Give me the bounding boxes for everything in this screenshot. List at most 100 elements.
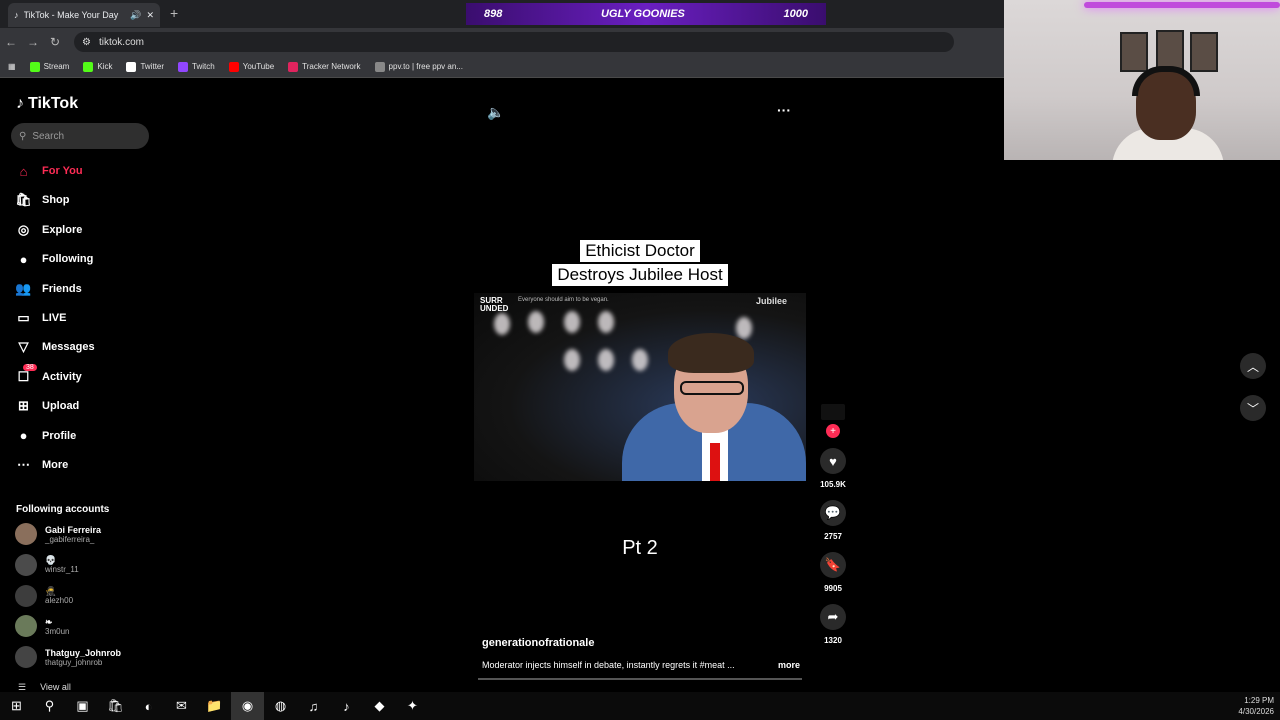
- search-icon: ⚲: [19, 130, 27, 142]
- sidebar-item-activity[interactable]: ☐ 38 Activity: [15, 364, 145, 388]
- studio-light: [528, 311, 544, 333]
- search-icon[interactable]: ⚲: [33, 692, 66, 720]
- messages-icon: ▽: [18, 339, 29, 355]
- video-clip[interactable]: SURR UNDED Everyone should aim to be veg…: [474, 293, 806, 481]
- search-input[interactable]: ⚲ Search: [11, 123, 149, 149]
- share-count: 1320: [824, 636, 842, 645]
- video-author[interactable]: generationofrationale: [482, 637, 594, 649]
- sidebar-item-upload[interactable]: ⊞ Upload: [15, 395, 145, 417]
- bookmark-favicon-icon: [178, 61, 189, 72]
- volume-icon[interactable]: 🔈: [487, 104, 504, 121]
- account-name: Thatguy_Johnrob: [45, 647, 121, 658]
- bookmark-item[interactable]: ppv.to | free ppv an...: [374, 61, 463, 72]
- edge-icon[interactable]: ◐: [132, 692, 165, 720]
- system-clock[interactable]: 1:29 PM 4/30/2026: [1238, 695, 1274, 717]
- wall-frame: [1120, 32, 1148, 72]
- clip-prompt-text: Everyone should aim to be vegan.: [518, 297, 609, 303]
- spotify-icon[interactable]: ♫: [297, 692, 330, 720]
- tiktok-logo[interactable]: ♪ TikTok: [16, 95, 78, 113]
- sidebar-item-explore[interactable]: ◎ Explore: [15, 219, 145, 241]
- reload-icon[interactable]: ↻: [44, 35, 66, 49]
- friends-icon: 👥: [15, 280, 32, 296]
- tab-close-icon[interactable]: ✕: [146, 10, 154, 21]
- browser-tab[interactable]: ♪ TikTok - Make Your Day 🔊 ✕: [8, 3, 160, 27]
- bookmark-item[interactable]: Stream: [29, 61, 69, 72]
- windows-start-icon[interactable]: ⊞: [0, 692, 33, 720]
- app-icon[interactable]: ◆: [363, 692, 396, 720]
- creator-avatar[interactable]: [821, 404, 845, 420]
- apps-grid-icon[interactable]: ▦: [8, 62, 16, 71]
- bookmark-item[interactable]: Twitter: [126, 61, 164, 72]
- bookmark-item[interactable]: Kick: [83, 61, 112, 72]
- tiktok-sidebar: ♪ TikTok ⚲ Search ⌂ For You 🛍 Shop ◎ Explore ●…: [0, 80, 160, 692]
- sidebar-item-for-you[interactable]: ⌂ For You: [15, 160, 145, 182]
- discord-icon[interactable]: ◍: [264, 692, 297, 720]
- following-account-item[interactable]: 🥷 alezh00: [15, 582, 155, 610]
- sidebar-item-following[interactable]: ● Following: [15, 248, 145, 270]
- following-account-item[interactable]: Thatguy_Johnrob thatguy_johnrob: [15, 643, 155, 671]
- clock-time: 1:29 PM: [1244, 696, 1274, 705]
- comment-count: 2757: [824, 532, 842, 541]
- webcam-feed: [1004, 0, 1280, 160]
- bookmark-item[interactable]: Twitch: [178, 61, 215, 72]
- url-text: tiktok.com: [98, 36, 144, 48]
- sidebar-item-messages[interactable]: ▽ Messages: [15, 336, 145, 358]
- task-view-icon[interactable]: ▣: [66, 692, 99, 720]
- follow-plus-icon[interactable]: +: [826, 424, 840, 438]
- address-bar[interactable]: ⚙ tiktok.com: [74, 32, 954, 52]
- caption-line-1: Ethicist Doctor: [580, 240, 700, 262]
- avatar: [15, 615, 37, 638]
- video-progress-bar[interactable]: [478, 678, 802, 680]
- description-text: Moderator injects himself in debate, ins…: [482, 660, 735, 670]
- sidebar-item-profile[interactable]: ● Profile: [15, 425, 145, 447]
- account-handle: winstr_11: [45, 565, 79, 575]
- sidebar-item-friends[interactable]: 👥 Friends: [15, 278, 145, 300]
- sidebar-item-shop[interactable]: 🛍 Shop: [15, 189, 145, 211]
- more-options-icon[interactable]: ···: [777, 102, 791, 118]
- studio-light: [564, 349, 580, 371]
- notification-badge: 38: [23, 364, 37, 372]
- creator-avatar-follow[interactable]: +: [816, 404, 850, 438]
- next-video-chevron-down-icon[interactable]: ﹀: [1240, 395, 1266, 421]
- store-icon[interactable]: 🛍: [99, 692, 132, 720]
- back-icon[interactable]: ←: [0, 35, 22, 49]
- bookmark-label: ppv.to | free ppv an...: [388, 62, 463, 71]
- video-part-label: Pt 2: [622, 537, 658, 559]
- bookmark-label: Tracker Network: [302, 62, 361, 71]
- share-arrow-icon[interactable]: ➦: [820, 604, 846, 630]
- sidebar-item-live[interactable]: ▭ LIVE: [15, 307, 145, 329]
- comment-icon[interactable]: 💬: [820, 500, 846, 526]
- music-icon[interactable]: ♪: [330, 692, 363, 720]
- site-info-icon[interactable]: ⚙: [82, 37, 91, 48]
- sidebar-item-label: Explore: [42, 223, 83, 236]
- avatar: [15, 523, 37, 545]
- avatar: [15, 646, 37, 669]
- sidebar-item-more[interactable]: ⋯ More: [15, 454, 145, 476]
- following-account-item[interactable]: 💀 winstr_11: [15, 551, 155, 579]
- search-placeholder: Search: [32, 130, 65, 142]
- following-account-item[interactable]: ❧ 3m0un: [15, 612, 155, 640]
- bookmark-icon[interactable]: 🔖: [820, 552, 846, 578]
- more-link[interactable]: more: [778, 660, 800, 670]
- avatar: [15, 553, 37, 576]
- browser-toolbar: ← → ↻ ⚙ tiktok.com: [0, 28, 1004, 56]
- following-account-item[interactable]: Gabi Ferreira _gabiferreira_: [15, 520, 155, 548]
- account-handle: _gabiferreira_: [45, 534, 95, 544]
- score-left: 898: [484, 8, 503, 20]
- chrome-icon[interactable]: ◉: [231, 692, 264, 720]
- like-heart-icon[interactable]: ♥: [820, 448, 846, 474]
- bookmark-item[interactable]: YouTube: [228, 61, 274, 72]
- mail-icon[interactable]: ✉: [165, 692, 198, 720]
- bookmark-favicon-icon: [29, 61, 40, 72]
- bookmark-favicon-icon: [83, 61, 94, 72]
- new-tab-button[interactable]: +: [170, 5, 178, 21]
- stream-score-overlay: 898 UGLY GOONIES 1000: [466, 3, 826, 25]
- app-icon[interactable]: ✦: [396, 692, 429, 720]
- bookmarks-bar: ▦ Stream Kick Twitter Twitch YouTube Tracker …: [0, 56, 1004, 78]
- studio-light: [736, 317, 752, 339]
- forward-icon[interactable]: →: [22, 35, 44, 49]
- bookmark-item[interactable]: Tracker Network: [288, 61, 361, 72]
- file-explorer-icon[interactable]: 📁: [198, 692, 231, 720]
- previous-video-chevron-up-icon[interactable]: ︿: [1240, 353, 1266, 379]
- tab-audio-icon[interactable]: 🔊: [130, 10, 141, 21]
